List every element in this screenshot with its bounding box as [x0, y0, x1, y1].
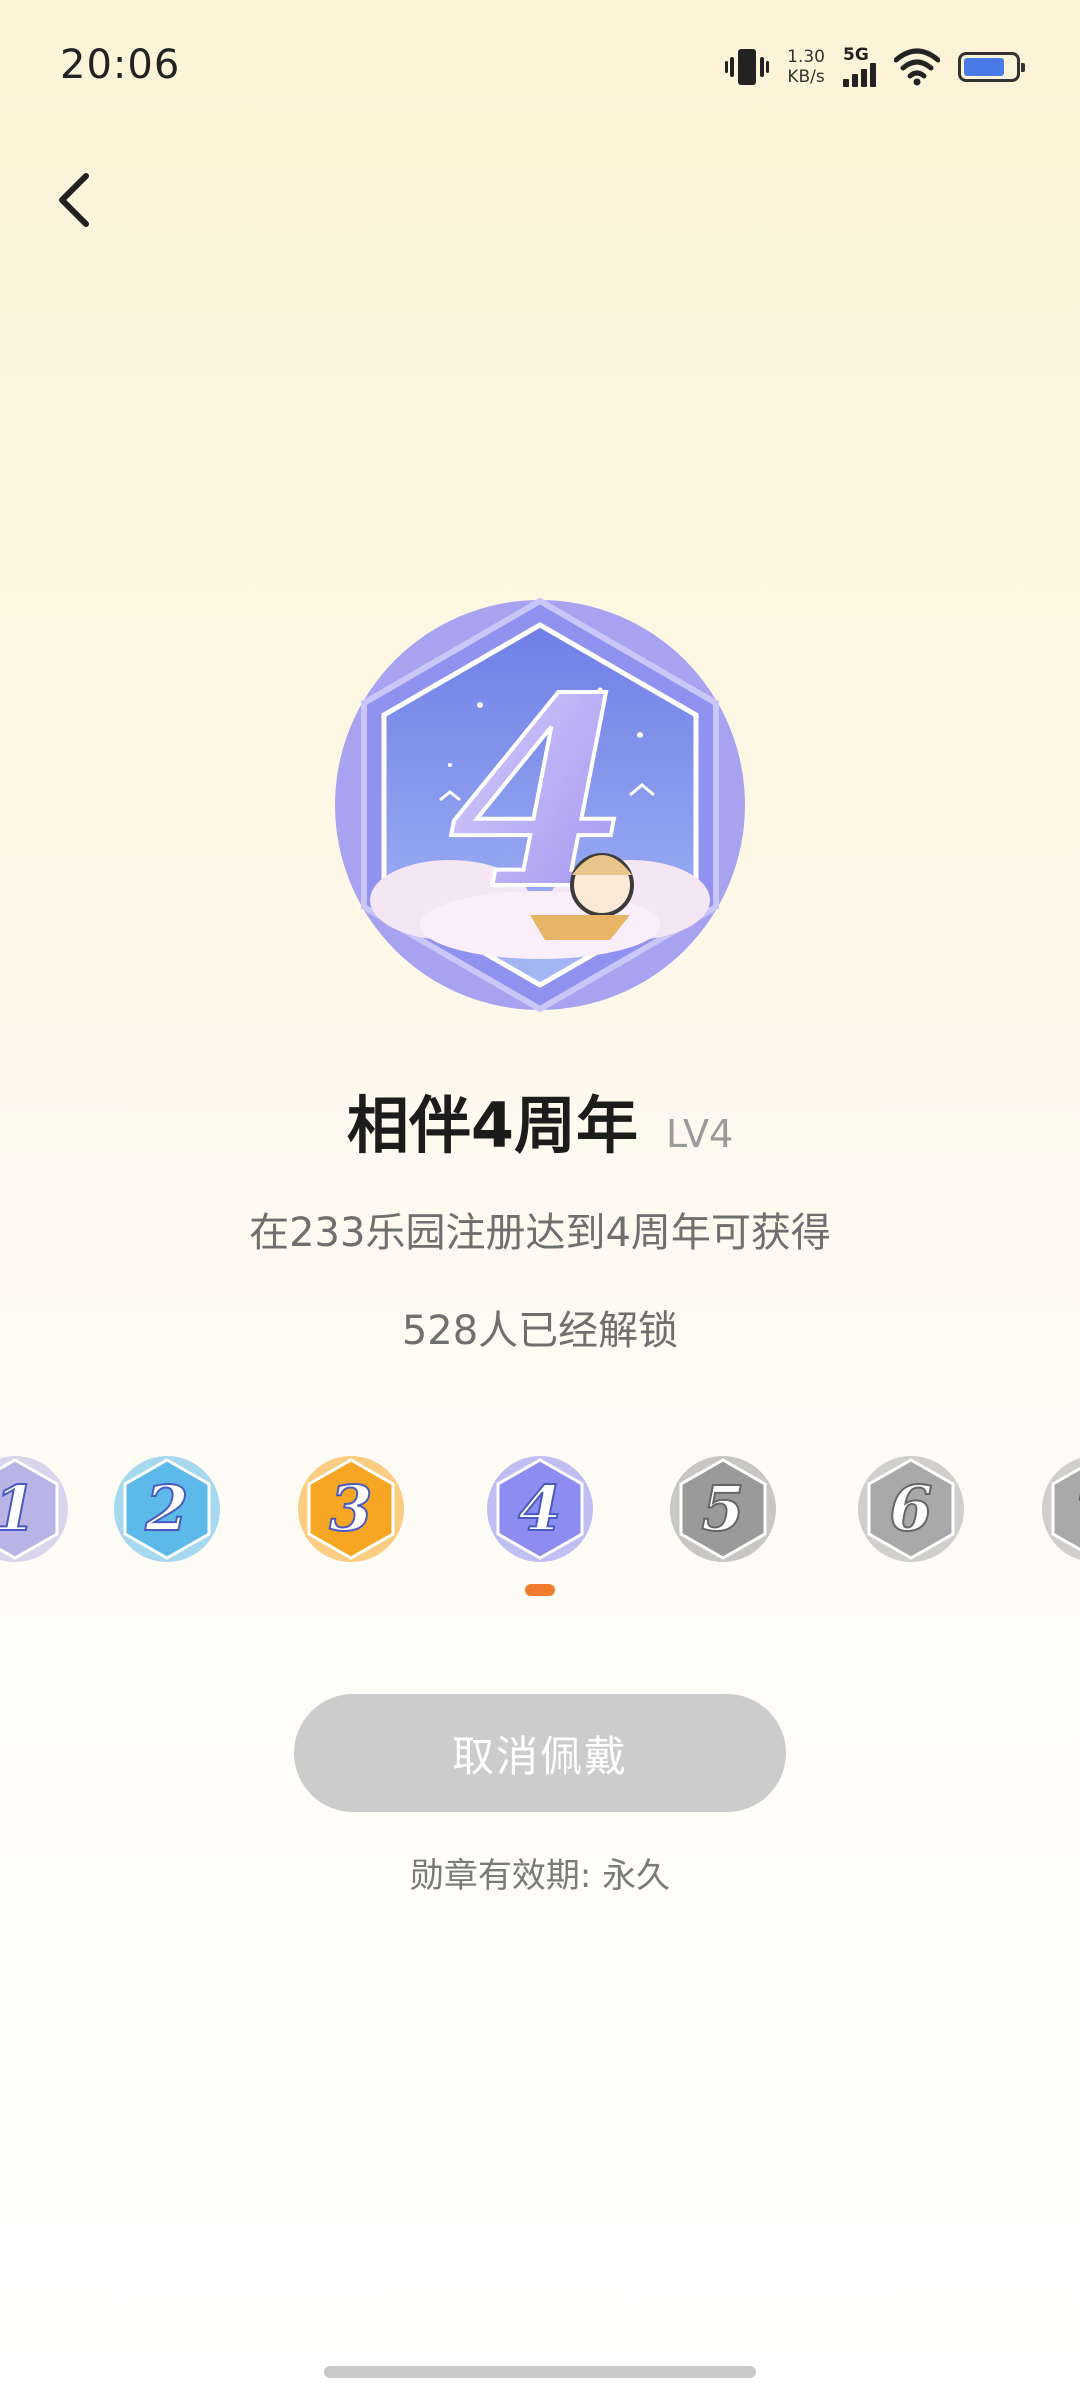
badge-thumb-4[interactable]: 4 — [485, 1454, 595, 1564]
badge-thumb-2[interactable]: 2 — [112, 1454, 222, 1564]
badge-thumb-1[interactable]: 1 — [0, 1454, 70, 1564]
net-speed-value: 1.30 — [787, 47, 825, 67]
badge-thumb-7[interactable]: 7 — [1040, 1454, 1080, 1564]
wifi-icon — [894, 48, 940, 86]
back-button[interactable] — [44, 160, 104, 240]
badge-description: 在233乐园注册达到4周年可获得 — [249, 1210, 831, 1256]
status-bar: 20:06 1.30 KB/s 5G — [0, 0, 1080, 140]
home-indicator[interactable] — [324, 2366, 756, 2378]
chevron-left-icon — [59, 173, 89, 227]
status-time: 20:06 — [60, 42, 181, 88]
main-badge-image: 4 — [330, 595, 750, 1015]
battery-level — [964, 58, 1004, 76]
badge-thumb-numeral: 1 — [0, 1472, 37, 1545]
cell-signal: 5G — [843, 47, 876, 87]
badge-carousel[interactable]: 1 2 3 4 5 6 7 — [0, 1440, 1080, 1590]
vibrate-icon — [725, 49, 770, 85]
net-speed: 1.30 KB/s — [787, 47, 825, 87]
badge-thumb-5[interactable]: 5 — [668, 1454, 778, 1564]
badge-level: LV4 — [665, 1112, 734, 1156]
badge-thumb-numeral: 4 — [518, 1472, 561, 1545]
net-speed-unit: KB/s — [787, 67, 825, 87]
signal-bars-icon — [843, 63, 876, 87]
badge-thumb-6[interactable]: 6 — [856, 1454, 966, 1564]
cancel-wear-button[interactable]: 取消佩戴 — [294, 1694, 786, 1812]
badge-title-row: 相伴4周年 LV4 — [0, 1075, 1080, 1165]
unlocked-count: 528人已经解锁 — [401, 1308, 679, 1354]
badge-title: 相伴4周年 — [346, 1089, 638, 1162]
battery-icon — [958, 52, 1025, 82]
badge-thumb-3[interactable]: 3 — [296, 1454, 406, 1564]
badge-thumb-numeral: 6 — [889, 1472, 932, 1545]
badge-validity: 勋章有效期: 永久 — [409, 1856, 671, 1896]
selected-indicator — [525, 1584, 555, 1596]
badge-thumb-numeral: 3 — [329, 1472, 372, 1545]
network-type: 5G — [843, 45, 869, 65]
badge-thumb-numeral: 2 — [144, 1472, 188, 1545]
status-icons: 1.30 KB/s 5G — [725, 44, 1025, 90]
badge-thumb-numeral: 7 — [1073, 1472, 1080, 1545]
badge-thumb-numeral: 5 — [701, 1472, 744, 1545]
